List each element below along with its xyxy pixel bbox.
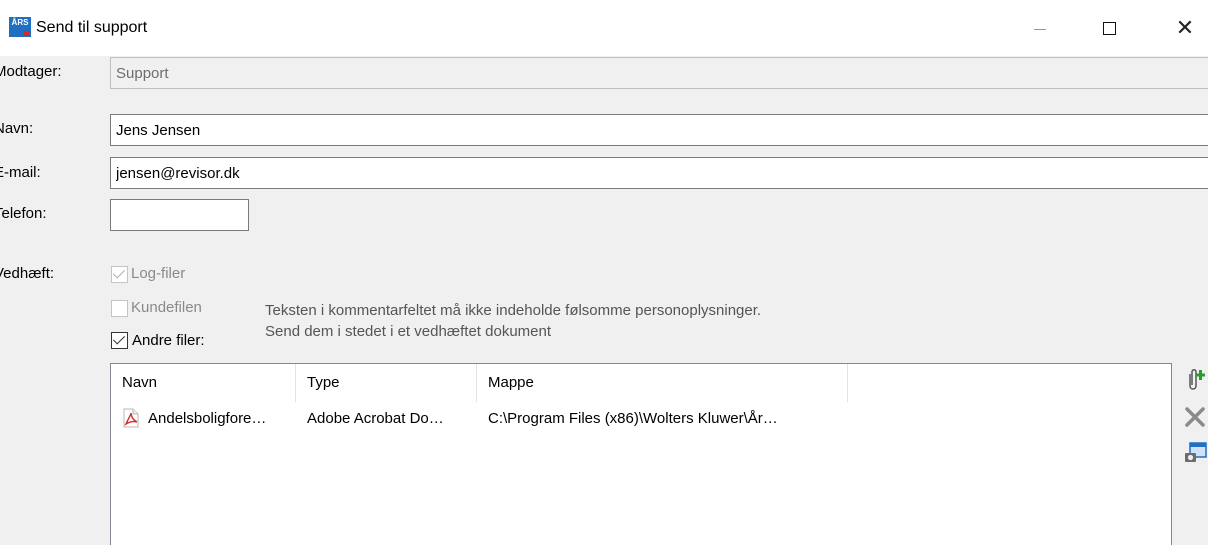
maximize-button[interactable]: [1087, 0, 1133, 56]
app-logo-icon: ÅRS: [9, 17, 31, 37]
log-files-label: Log-filer: [131, 265, 186, 282]
close-icon: ✕: [1175, 15, 1195, 40]
attach-label: Vedhæft:: [0, 265, 55, 282]
window-title: Send til support: [36, 19, 148, 36]
close-button[interactable]: ✕: [1162, 0, 1208, 56]
other-files-label: Andre filer:: [132, 332, 205, 349]
file-folder-cell: C:\Program Files (x86)\Wolters Kluwer\År…: [488, 410, 778, 427]
privacy-notice-line1: Teksten i kommentarfeltet må ikke indeho…: [265, 302, 762, 319]
log-files-checkbox[interactable]: [111, 266, 128, 283]
name-field[interactable]: [110, 114, 1208, 146]
column-header-type[interactable]: Type: [296, 364, 477, 402]
send-to-support-window: ÅRS Send til support ✕ Modtager: Navn: E…: [0, 0, 1208, 545]
email-field[interactable]: [110, 157, 1208, 189]
recipient-label: Modtager:: [0, 63, 62, 80]
column-header-folder[interactable]: Mappe: [477, 364, 848, 402]
column-header-name[interactable]: Navn: [111, 364, 296, 402]
privacy-notice-line2: Send dem i stedet i et vedhæftet dokumen…: [265, 323, 552, 340]
remove-icon[interactable]: [1184, 405, 1208, 431]
customer-file-checkbox[interactable]: [111, 300, 128, 317]
phone-label: Telefon:: [0, 205, 47, 222]
file-type-cell: Adobe Acrobat Do…: [307, 410, 444, 427]
name-label: Navn:: [0, 120, 34, 137]
other-files-checkbox[interactable]: [111, 332, 128, 349]
email-label: E-mail:: [0, 164, 41, 181]
file-name-cell[interactable]: Andelsboligfore…: [148, 408, 266, 430]
title-bar: ÅRS Send til support ✕: [0, 0, 1208, 56]
attached-files-list[interactable]: Navn Type Mappe Andelsboligfore… Adobe A…: [110, 363, 1172, 545]
recipient-field[interactable]: [110, 57, 1208, 89]
customer-file-label: Kundefilen: [131, 299, 202, 316]
pdf-icon: [123, 408, 139, 428]
phone-field[interactable]: [110, 199, 249, 231]
screenshot-icon[interactable]: [1184, 441, 1208, 467]
minimize-button[interactable]: [1017, 0, 1063, 56]
add-attachment-icon[interactable]: [1184, 368, 1208, 394]
